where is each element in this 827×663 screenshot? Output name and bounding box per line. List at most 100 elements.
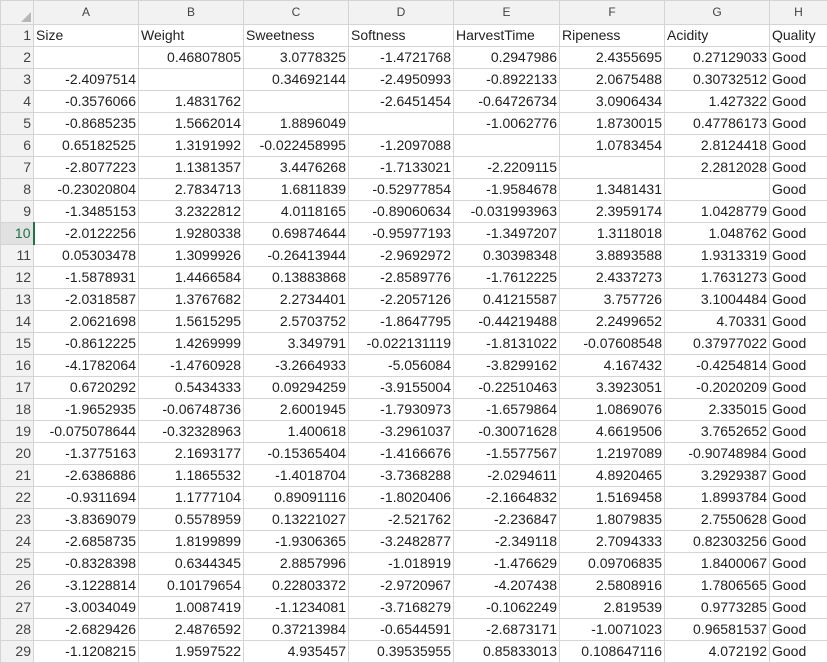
cell[interactable]: -0.64726734 <box>454 91 560 113</box>
row-header[interactable]: 13 <box>1 289 34 311</box>
cell[interactable]: 1.8199899 <box>139 531 244 553</box>
cell[interactable]: -0.9311694 <box>34 487 139 509</box>
row-header[interactable]: 28 <box>1 619 34 641</box>
cell[interactable]: 2.5808916 <box>560 575 665 597</box>
cell[interactable]: Good <box>770 135 827 157</box>
cell[interactable]: 3.0778325 <box>244 47 349 69</box>
cell[interactable]: 3.3923051 <box>560 377 665 399</box>
cell[interactable]: -2.2057126 <box>349 289 454 311</box>
cell[interactable]: -2.4097514 <box>34 69 139 91</box>
cell[interactable]: 1.5615295 <box>139 311 244 333</box>
cell[interactable]: 0.69874644 <box>244 223 349 245</box>
cell[interactable]: 2.4337273 <box>560 267 665 289</box>
cell[interactable]: 1.048762 <box>665 223 770 245</box>
cell[interactable]: 0.5434333 <box>139 377 244 399</box>
cell[interactable]: Good <box>770 245 827 267</box>
cell[interactable]: -1.8131022 <box>454 333 560 355</box>
cell[interactable] <box>349 113 454 135</box>
row-header[interactable]: 17 <box>1 377 34 399</box>
cell[interactable]: 0.41215587 <box>454 289 560 311</box>
cell[interactable] <box>560 157 665 179</box>
cell[interactable]: -1.3775163 <box>34 443 139 465</box>
cell[interactable]: -4.207438 <box>454 575 560 597</box>
row-header[interactable]: 7 <box>1 157 34 179</box>
cell[interactable]: 0.96581537 <box>665 619 770 641</box>
row-header[interactable]: 3 <box>1 69 34 91</box>
cell[interactable]: -3.2664933 <box>244 355 349 377</box>
select-all-corner[interactable] <box>1 1 34 25</box>
cell[interactable]: Good <box>770 157 827 179</box>
column-header[interactable]: F <box>560 1 665 25</box>
cell[interactable]: 2.0621698 <box>34 311 139 333</box>
cell[interactable]: 1.3118018 <box>560 223 665 245</box>
cell[interactable]: Good <box>770 619 827 641</box>
cell[interactable]: -0.8922133 <box>454 69 560 91</box>
cell[interactable]: -0.1062249 <box>454 597 560 619</box>
cell[interactable]: -2.6451454 <box>349 91 454 113</box>
cell[interactable]: 3.2929387 <box>665 465 770 487</box>
cell[interactable]: 1.1865532 <box>139 465 244 487</box>
cell[interactable]: -2.8589776 <box>349 267 454 289</box>
row-header[interactable]: 19 <box>1 421 34 443</box>
cell[interactable]: 4.072192 <box>665 641 770 663</box>
cell[interactable]: 3.4476268 <box>244 157 349 179</box>
cell[interactable]: -0.26413944 <box>244 245 349 267</box>
cell[interactable]: 0.09706835 <box>560 553 665 575</box>
cell[interactable]: -0.3576066 <box>34 91 139 113</box>
cell[interactable]: 0.22803372 <box>244 575 349 597</box>
cell[interactable]: -2.9720967 <box>349 575 454 597</box>
header-cell[interactable]: Sweetness <box>244 25 349 47</box>
cell[interactable] <box>34 47 139 69</box>
cell[interactable]: -4.1782064 <box>34 355 139 377</box>
cell[interactable]: 2.5703752 <box>244 311 349 333</box>
cell[interactable]: 2.2812028 <box>665 157 770 179</box>
cell[interactable]: -1.7930973 <box>349 399 454 421</box>
cell[interactable]: 2.819539 <box>560 597 665 619</box>
cell[interactable]: 3.8893588 <box>560 245 665 267</box>
row-header[interactable]: 21 <box>1 465 34 487</box>
cell[interactable]: 2.2499652 <box>560 311 665 333</box>
column-header[interactable]: D <box>349 1 454 25</box>
cell[interactable]: Good <box>770 289 827 311</box>
cell[interactable]: Good <box>770 465 827 487</box>
cell[interactable]: 4.0118165 <box>244 201 349 223</box>
cell[interactable]: 0.47786173 <box>665 113 770 135</box>
cell[interactable]: -1.9584678 <box>454 179 560 201</box>
cell[interactable]: 1.3767682 <box>139 289 244 311</box>
cell[interactable]: 4.167432 <box>560 355 665 377</box>
cell[interactable]: 0.65182525 <box>34 135 139 157</box>
cell[interactable]: 1.4269999 <box>139 333 244 355</box>
cell[interactable]: 3.0906434 <box>560 91 665 113</box>
cell[interactable]: -0.52977854 <box>349 179 454 201</box>
cell[interactable] <box>244 91 349 113</box>
cell[interactable]: 1.8079835 <box>560 509 665 531</box>
row-header[interactable]: 18 <box>1 399 34 421</box>
cell[interactable]: 1.3191992 <box>139 135 244 157</box>
cell[interactable]: 0.09294259 <box>244 377 349 399</box>
cell[interactable]: -3.1228814 <box>34 575 139 597</box>
cell[interactable]: Good <box>770 113 827 135</box>
cell[interactable]: Good <box>770 223 827 245</box>
cell[interactable]: -3.2482877 <box>349 531 454 553</box>
cell[interactable]: 1.5662014 <box>139 113 244 135</box>
cell[interactable]: 2.8857996 <box>244 553 349 575</box>
row-header[interactable]: 11 <box>1 245 34 267</box>
cell[interactable]: 0.2947986 <box>454 47 560 69</box>
cell[interactable]: Good <box>770 641 827 663</box>
cell[interactable]: 0.34692144 <box>244 69 349 91</box>
cell[interactable]: Good <box>770 355 827 377</box>
cell[interactable]: 2.2734401 <box>244 289 349 311</box>
cell[interactable]: -1.6579864 <box>454 399 560 421</box>
cell[interactable]: -1.5577567 <box>454 443 560 465</box>
cell[interactable]: -1.9306365 <box>244 531 349 553</box>
cell[interactable]: 1.5169458 <box>560 487 665 509</box>
cell[interactable]: 0.6720292 <box>34 377 139 399</box>
cell[interactable]: 0.9773285 <box>665 597 770 619</box>
cell[interactable]: 0.37977022 <box>665 333 770 355</box>
cell[interactable]: 0.13221027 <box>244 509 349 531</box>
cell[interactable]: Good <box>770 47 827 69</box>
cell[interactable]: -2.6873171 <box>454 619 560 641</box>
header-cell[interactable]: Weight <box>139 25 244 47</box>
cell[interactable]: -1.1234081 <box>244 597 349 619</box>
cell[interactable]: Good <box>770 421 827 443</box>
